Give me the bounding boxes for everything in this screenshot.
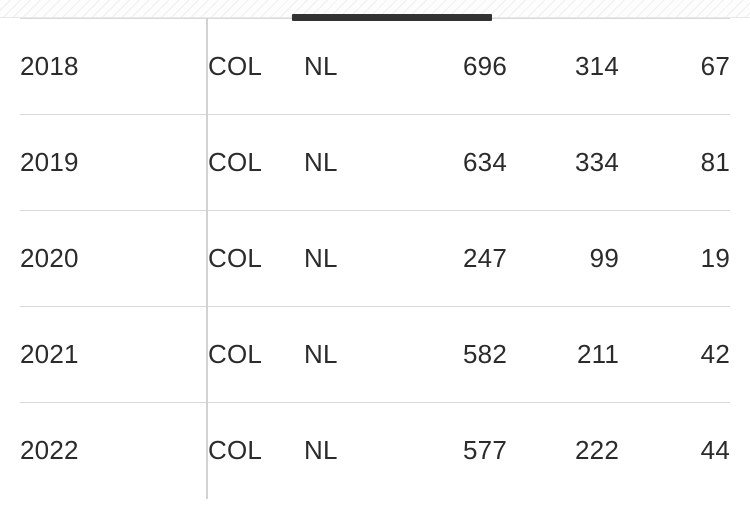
cell-value-2: 334 [507, 114, 619, 211]
cell-value-2: 337 [507, 0, 619, 19]
cell-team: COL [207, 402, 304, 499]
cell-value-2: 99 [507, 210, 619, 307]
cell-league: NL [304, 402, 397, 499]
row-index-year: 2019 [20, 114, 208, 211]
row-index-year: 2021 [20, 306, 208, 403]
cell-value-3: 42 [619, 306, 730, 403]
row-index-year: 2022 [20, 402, 208, 499]
cell-team: COL [207, 0, 304, 19]
cell-league: NL [304, 306, 397, 403]
cell-team: COL [207, 210, 304, 307]
cell-value-2: 211 [507, 306, 619, 403]
cell-value-3: 81 [619, 114, 730, 211]
cell-league: NL [304, 114, 397, 211]
cell-value-3: 67 [619, 18, 730, 115]
cell-value-2: 222 [507, 402, 619, 499]
horizontal-scrollbar-thumb[interactable] [292, 14, 492, 21]
cell-league: NL [304, 210, 397, 307]
cell-value-2: 314 [507, 18, 619, 115]
cell-value-3: 44 [619, 402, 730, 499]
cell-value-1: 696 [397, 18, 507, 115]
row-index-year: 2020 [20, 210, 208, 307]
cell-value-1: 634 [397, 114, 507, 211]
cell-value-3: 19 [619, 210, 730, 307]
cell-value-3: 66 [619, 0, 730, 19]
cell-value-1: 247 [397, 210, 507, 307]
table-row[interactable]: 2019 COL NL 634 334 81 [20, 114, 730, 211]
row-index-year: 2017 [20, 0, 208, 19]
cell-league: NL [304, 18, 397, 115]
table-row[interactable]: 2018 COL NL 696 314 67 [20, 18, 730, 115]
cell-team: COL [207, 306, 304, 403]
screenshot-root: 2017 COL NL 728 337 66 2018 COL NL 696 3… [0, 0, 750, 515]
table-row[interactable]: 2022 COL NL 577 222 44 [20, 402, 730, 499]
stats-table: 2017 COL NL 728 337 66 2018 COL NL 696 3… [20, 0, 730, 499]
cell-value-1: 582 [397, 306, 507, 403]
cell-team: COL [207, 114, 304, 211]
stats-table-body: 2017 COL NL 728 337 66 2018 COL NL 696 3… [20, 0, 730, 499]
table-scroll-container[interactable]: 2017 COL NL 728 337 66 2018 COL NL 696 3… [0, 0, 750, 515]
cell-value-1: 577 [397, 402, 507, 499]
cell-team: COL [207, 18, 304, 115]
row-index-year: 2018 [20, 18, 208, 115]
table-row[interactable]: 2020 COL NL 247 99 19 [20, 210, 730, 307]
table-row[interactable]: 2021 COL NL 582 211 42 [20, 306, 730, 403]
